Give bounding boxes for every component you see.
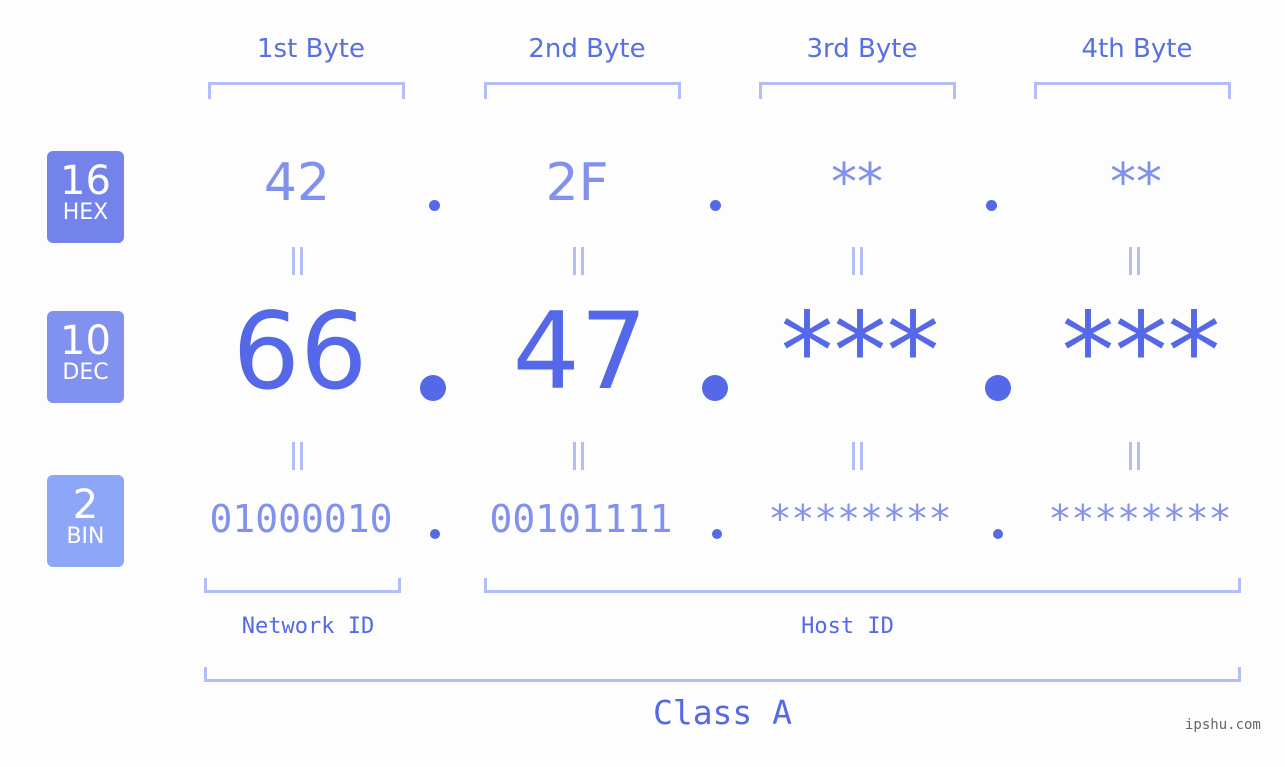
hex-dot-2 [710,200,721,211]
bin-byte-2: 00101111 [489,497,673,541]
badge-hex-label: HEX [62,200,109,225]
header-byte-3: 3rd Byte [806,34,918,64]
host-id-bracket [484,578,1241,593]
bin-byte-3: ******** [768,497,952,541]
badge-dec-number: 10 [60,318,111,364]
bin-dot-1 [430,529,440,539]
hex-dot-1 [429,200,440,211]
bin-dot-2 [712,529,722,539]
hex-byte-2: 2F [545,153,609,213]
badge-dec: 10 DEC [47,311,124,403]
badge-bin: 2 BIN [47,475,124,567]
equals-icon [1127,442,1141,470]
header-byte-4: 4th Byte [1081,34,1193,64]
equals-icon [571,442,585,470]
dec-byte-3: *** [780,290,940,413]
network-id-label: Network ID [241,614,375,639]
hex-byte-4: ** [1110,153,1162,213]
hex-byte-1: 42 [263,153,331,213]
badge-bin-number: 2 [72,482,99,528]
bracket-byte-1 [208,82,405,99]
network-id-bracket [204,578,401,593]
watermark: ipshu.com [1185,717,1261,733]
badge-bin-label: BIN [66,524,105,549]
badge-hex: 16 HEX [47,151,124,243]
bracket-byte-2 [484,82,681,99]
equals-icon [571,247,585,275]
dec-dot-3 [985,375,1011,401]
bracket-byte-3 [759,82,956,99]
equals-icon [290,247,304,275]
badge-hex-number: 16 [60,158,111,204]
header-byte-1: 1st Byte [257,34,365,64]
class-label: Class A [652,693,793,732]
equals-icon [290,442,304,470]
dec-byte-4: *** [1061,290,1221,413]
header-byte-2: 2nd Byte [528,34,646,64]
dec-dot-1 [420,375,446,401]
bracket-byte-4 [1034,82,1231,99]
dec-byte-1: 66 [232,290,368,413]
hex-dot-3 [986,200,997,211]
class-bracket [204,667,1241,682]
equals-icon [850,247,864,275]
bin-byte-4: ******** [1048,497,1232,541]
badge-dec-label: DEC [62,360,109,385]
dec-dot-2 [702,375,728,401]
bin-byte-1: 01000010 [209,497,393,541]
bin-dot-3 [993,529,1003,539]
equals-icon [1127,247,1141,275]
hex-byte-3: ** [831,153,883,213]
host-id-label: Host ID [801,614,894,639]
dec-byte-2: 47 [512,290,648,413]
equals-icon [850,442,864,470]
